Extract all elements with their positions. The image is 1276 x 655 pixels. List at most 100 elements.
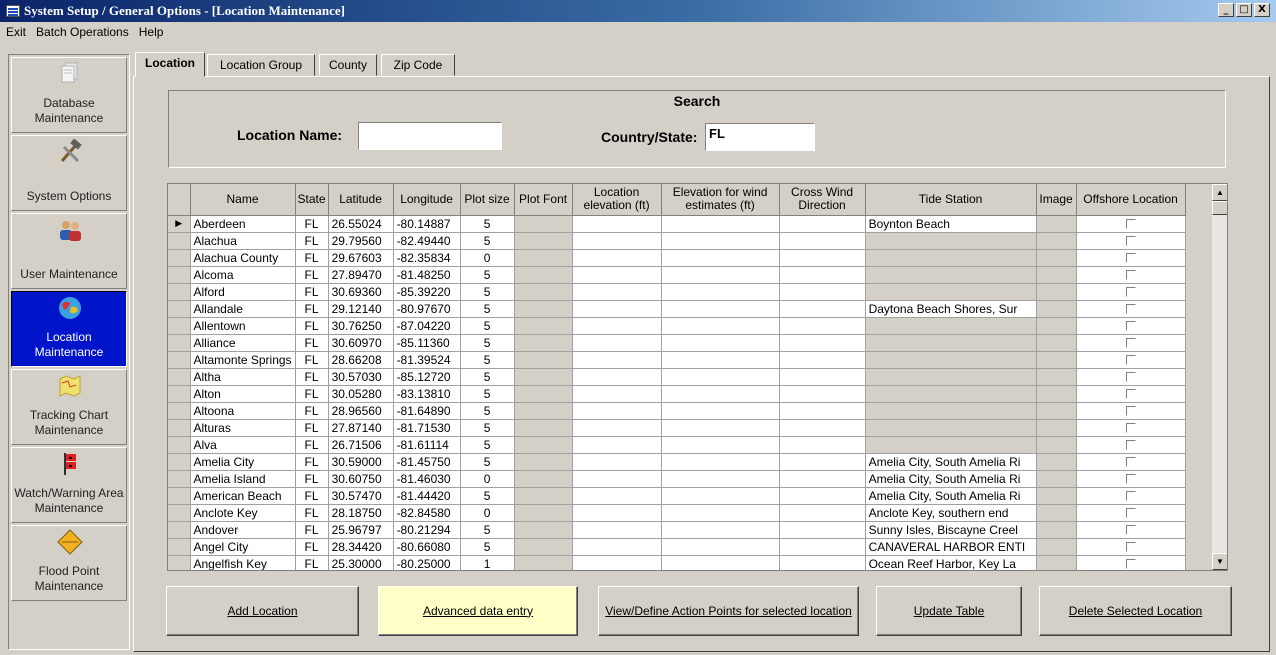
cell-state[interactable]: FL — [295, 249, 329, 267]
cell-tide-station[interactable] — [865, 368, 1037, 386]
cell-longitude[interactable]: -80.66080 — [393, 538, 461, 556]
cell-plot-font[interactable] — [514, 266, 573, 284]
sidebar-item-watch-warning-area-maintenance[interactable]: Watch/Warning Area Maintenance — [11, 447, 127, 523]
cell-location-elevation[interactable] — [572, 249, 662, 267]
cell-latitude[interactable]: 29.12140 — [328, 300, 394, 318]
cell-image[interactable] — [1036, 300, 1077, 318]
cell-latitude[interactable]: 27.89470 — [328, 266, 394, 284]
row-selector[interactable] — [168, 351, 191, 369]
cell-image[interactable] — [1036, 419, 1077, 437]
cell-cross-wind-direction[interactable] — [779, 249, 866, 267]
cell-tide-station[interactable] — [865, 249, 1037, 267]
sidebar-item-user-maintenance[interactable]: User Maintenance — [11, 213, 127, 289]
cell-plot-font[interactable] — [514, 436, 573, 454]
cell-latitude[interactable]: 28.66208 — [328, 351, 394, 369]
cell-location-elevation[interactable] — [572, 334, 662, 352]
cell-image[interactable] — [1036, 215, 1077, 233]
cell-wind-elevation[interactable] — [661, 317, 780, 335]
cell-plot-font[interactable] — [514, 249, 573, 267]
cell-cross-wind-direction[interactable] — [779, 453, 866, 471]
cell-offshore-location[interactable] — [1076, 232, 1186, 250]
cell-tide-station[interactable] — [865, 232, 1037, 250]
cell-plot-size[interactable]: 5 — [460, 436, 515, 454]
menu-batch-operations[interactable]: Batch Operations — [32, 25, 133, 39]
table-row[interactable]: Allandale FL 29.12140 -80.97670 5 Daytona Bea… — [168, 300, 1186, 318]
cell-name[interactable]: Amelia City — [190, 453, 296, 471]
cell-wind-elevation[interactable] — [661, 232, 780, 250]
cell-name[interactable]: Alliance — [190, 334, 296, 352]
view-define-action-points-button[interactable]: View/Define Action Points for selected l… — [598, 586, 859, 636]
cell-location-elevation[interactable] — [572, 538, 662, 556]
cell-image[interactable] — [1036, 317, 1077, 335]
table-row[interactable]: Alliance FL 30.60970 -85.11360 5 — [168, 334, 1186, 352]
cell-cross-wind-direction[interactable] — [779, 368, 866, 386]
table-row[interactable]: Amelia Island FL 30.60750 -81.46030 0 Amelia … — [168, 470, 1186, 488]
cell-offshore-location[interactable] — [1076, 555, 1186, 570]
cell-state[interactable]: FL — [295, 436, 329, 454]
cell-plot-size[interactable]: 0 — [460, 249, 515, 267]
cell-plot-size[interactable]: 5 — [460, 283, 515, 301]
cell-location-elevation[interactable] — [572, 453, 662, 471]
cell-tide-station[interactable]: Amelia City, South Amelia Ri — [865, 487, 1037, 505]
cell-image[interactable] — [1036, 334, 1077, 352]
cell-state[interactable]: FL — [295, 266, 329, 284]
row-selector[interactable] — [168, 487, 191, 505]
cell-wind-elevation[interactable] — [661, 470, 780, 488]
offshore-checkbox[interactable] — [1125, 219, 1136, 230]
cell-latitude[interactable]: 25.96797 — [328, 521, 394, 539]
row-selector[interactable] — [168, 300, 191, 318]
row-selector[interactable] — [168, 521, 191, 539]
add-location-button[interactable]: Add Location — [166, 586, 359, 636]
table-row[interactable]: Alachua FL 29.79560 -82.49440 5 — [168, 232, 1186, 250]
cell-cross-wind-direction[interactable] — [779, 436, 866, 454]
delete-selected-location-button[interactable]: Delete Selected Location — [1039, 586, 1232, 636]
cell-location-elevation[interactable] — [572, 487, 662, 505]
cell-offshore-location[interactable] — [1076, 351, 1186, 369]
cell-tide-station[interactable] — [865, 351, 1037, 369]
cell-image[interactable] — [1036, 538, 1077, 556]
cell-plot-size[interactable]: 1 — [460, 555, 515, 570]
cell-state[interactable]: FL — [295, 368, 329, 386]
cell-offshore-location[interactable] — [1076, 300, 1186, 318]
cell-tide-station[interactable] — [865, 419, 1037, 437]
cell-plot-size[interactable]: 5 — [460, 402, 515, 420]
country-state-input[interactable]: FL — [705, 123, 815, 151]
cell-location-elevation[interactable] — [572, 266, 662, 284]
cell-plot-size[interactable]: 5 — [460, 317, 515, 335]
cell-state[interactable]: FL — [295, 317, 329, 335]
cell-name[interactable]: Altoona — [190, 402, 296, 420]
cell-tide-station[interactable] — [865, 436, 1037, 454]
cell-wind-elevation[interactable] — [661, 215, 780, 233]
table-row[interactable]: Alva FL 26.71506 -81.61114 5 — [168, 436, 1186, 454]
table-row[interactable]: Amelia City FL 30.59000 -81.45750 5 Amelia Ci… — [168, 453, 1186, 471]
cell-name[interactable]: Alcoma — [190, 266, 296, 284]
cell-cross-wind-direction[interactable] — [779, 521, 866, 539]
cell-cross-wind-direction[interactable] — [779, 402, 866, 420]
cell-state[interactable]: FL — [295, 215, 329, 233]
cell-plot-font[interactable] — [514, 453, 573, 471]
cell-longitude[interactable]: -81.46030 — [393, 470, 461, 488]
cell-longitude[interactable]: -82.49440 — [393, 232, 461, 250]
cell-plot-font[interactable] — [514, 385, 573, 403]
column-header-location-elevation[interactable]: Location elevation (ft) — [572, 184, 662, 216]
cell-wind-elevation[interactable] — [661, 249, 780, 267]
sidebar-item-system-options[interactable]: System Options — [11, 135, 127, 211]
row-selector[interactable] — [168, 419, 191, 437]
cell-plot-font[interactable] — [514, 334, 573, 352]
cell-state[interactable]: FL — [295, 351, 329, 369]
cell-plot-font[interactable] — [514, 215, 573, 233]
offshore-checkbox[interactable] — [1125, 287, 1136, 298]
cell-location-elevation[interactable] — [572, 283, 662, 301]
cell-plot-size[interactable]: 5 — [460, 453, 515, 471]
cell-name[interactable]: Anclote Key — [190, 504, 296, 522]
scrollbar-thumb[interactable] — [1212, 201, 1227, 215]
locations-grid[interactable]: Name State Latitude Longitude Plot size … — [167, 183, 1228, 571]
cell-tide-station[interactable]: Ocean Reef Harbor, Key La — [865, 555, 1037, 570]
table-row[interactable]: Anclote Key FL 28.18750 -82.84580 0 Anclote K… — [168, 504, 1186, 522]
row-selector[interactable] — [168, 249, 191, 267]
cell-plot-size[interactable]: 5 — [460, 521, 515, 539]
cell-name[interactable]: American Beach — [190, 487, 296, 505]
cell-tide-station[interactable] — [865, 317, 1037, 335]
cell-state[interactable]: FL — [295, 334, 329, 352]
cell-name[interactable]: Allentown — [190, 317, 296, 335]
